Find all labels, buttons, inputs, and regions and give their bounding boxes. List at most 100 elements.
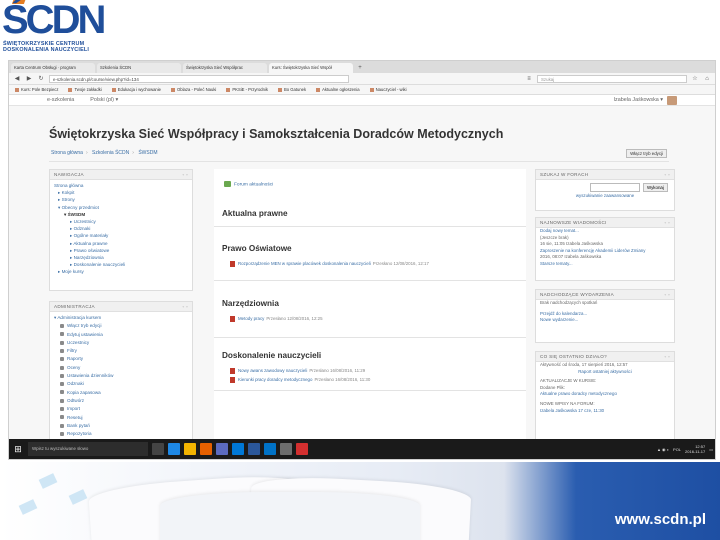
resource-link[interactable]: Rozporządzenie MEN w sprawie placówek do… <box>214 259 526 268</box>
admin-item[interactable]: Edytuj ustawienia <box>54 331 188 339</box>
resource-label[interactable]: Kierunki pracy doradcy metodycznego <box>238 377 312 382</box>
nav-item[interactable]: ▸ Strony <box>54 196 188 203</box>
admin-item[interactable]: Import <box>54 405 188 413</box>
new-event-link[interactable]: Nowe wydarzenie... <box>536 317 674 324</box>
avatar[interactable] <box>667 95 677 105</box>
block-controls-icon[interactable]: ▫ ▫ <box>665 172 670 177</box>
admin-item[interactable]: Kopia zapasowa <box>54 389 188 397</box>
menu-icon[interactable]: ≡ <box>525 76 533 82</box>
new-tab-button[interactable]: + <box>355 63 365 73</box>
nav-item[interactable]: ▾ Obecny przedmiot <box>54 204 188 211</box>
forum-search-input[interactable] <box>590 183 640 192</box>
notifications-icon[interactable]: ▭ <box>709 447 713 452</box>
back-icon[interactable]: ◀ <box>13 75 21 82</box>
edge-icon[interactable] <box>168 443 180 455</box>
admin-item[interactable]: Raporty <box>54 355 188 363</box>
app-icon[interactable] <box>280 443 292 455</box>
admin-item[interactable]: Repozytoria <box>54 430 188 438</box>
outlook-icon[interactable] <box>264 443 276 455</box>
block-controls-icon[interactable]: ▫ ▫ <box>665 220 670 225</box>
word-icon[interactable] <box>248 443 260 455</box>
tray-icons[interactable]: ▲ ◉ ◖ <box>657 447 669 452</box>
nav-item[interactable]: ▸ Moje kursy <box>54 268 188 275</box>
breadcrumb-item[interactable]: ŚWSDM <box>138 150 157 156</box>
admin-item[interactable]: Odtwórz <box>54 397 188 405</box>
nav-item[interactable]: ▸ Kokpit <box>54 189 188 196</box>
nav-item[interactable]: ▸ Doskonalenie nauczycieli <box>54 261 188 268</box>
nav-item[interactable]: ▸ Aktualna prawne <box>54 240 188 247</box>
news-line[interactable]: Zaproszenie na konferencję Akademii Lide… <box>536 248 674 255</box>
breadcrumb-item[interactable]: Szkolenia ŚCDN <box>92 150 129 156</box>
nav-item[interactable]: ▸ Prawo oświatowe <box>54 247 188 254</box>
browser-tab[interactable]: Karta Centrum Obsługi · program <box>11 63 95 73</box>
resource-link[interactable]: Metody pracy Przesłano 12/08/2016, 12:25 <box>214 314 526 323</box>
activity-report-link[interactable]: Raport ostatniej aktywności <box>536 369 674 376</box>
store-icon[interactable] <box>216 443 228 455</box>
website-url[interactable]: www.scdn.pl <box>615 511 706 528</box>
url-input[interactable]: e-szkolenia.scdn.pl/course/view.php?id=1… <box>49 74 349 83</box>
windows-start-icon[interactable]: ⊞ <box>12 443 24 455</box>
breadcrumb-item[interactable]: Strona główna <box>51 150 83 156</box>
resource-label[interactable]: Nowy awans zawodowy nauczycieli <box>238 368 307 373</box>
admin-item[interactable]: Resetuj <box>54 414 188 422</box>
nav-item[interactable]: ▸ Narzędziownia <box>54 254 188 261</box>
language-menu[interactable]: Polski (pl) ▾ <box>90 97 118 103</box>
browser-tab[interactable]: Szkolenia ŚCDN <box>97 63 181 73</box>
clock[interactable]: 12:57 2016-11-17 <box>685 444 705 454</box>
admin-item[interactable]: Oceny <box>54 364 188 372</box>
resource-link[interactable]: Nowy awans zawodowy nauczycieli Przesłano… <box>214 366 526 375</box>
resource-label[interactable]: Metody pracy <box>238 316 264 321</box>
acrobat-icon[interactable] <box>296 443 308 455</box>
older-topics-link[interactable]: Starsze tematy... <box>536 261 674 268</box>
admin-item[interactable]: Ustawienia dzienników <box>54 372 188 380</box>
home-icon[interactable]: ⌂ <box>703 76 711 82</box>
admin-item[interactable]: Odznaki <box>54 380 188 388</box>
calendar-link[interactable]: Przejdź do kalendarza... <box>536 311 674 318</box>
admin-item[interactable]: Uczestnicy <box>54 339 188 347</box>
browser-tab[interactable]: Świętokrzyska Sieć Współprac <box>183 63 267 73</box>
admin-item[interactable]: Włącz tryb edycji <box>54 322 188 330</box>
bookmark-item[interactable]: Nauczyciel - wiki <box>370 87 407 92</box>
nav-item[interactable]: ▾ ŚWSDM <box>54 211 188 218</box>
nav-item[interactable]: ▸ Uczestnicy <box>54 218 188 225</box>
site-brand-link[interactable]: e-szkolenia <box>47 97 74 103</box>
bookmark-item[interactable]: Edukacja i wychowanie <box>112 87 161 92</box>
nav-item[interactable]: ▸ Ogólne materiały <box>54 232 188 239</box>
bookmark-item[interactable]: Twoje zakładki <box>68 87 101 92</box>
bookmark-item[interactable]: Bo Gatunek <box>278 87 306 92</box>
mail-icon[interactable] <box>232 443 244 455</box>
admin-item[interactable]: Bank pytań <box>54 422 188 430</box>
language-indicator[interactable]: POL <box>673 447 681 452</box>
activity-link[interactable]: Aktualne prawo doradcy metodycznego <box>536 391 674 398</box>
advanced-search-link[interactable]: wyszukiwanie zaawansowane <box>536 193 674 200</box>
bookmark-item[interactable]: Kurs: Pole Bezpiecz <box>15 87 58 92</box>
task-view-icon[interactable] <box>152 443 164 455</box>
resource-link[interactable]: Kierunki pracy doradcy metodycznego Przes… <box>214 375 526 384</box>
explorer-icon[interactable] <box>184 443 196 455</box>
bookmark-item[interactable]: PKSiE - Przyrodnik <box>226 87 268 92</box>
firefox-icon[interactable] <box>200 443 212 455</box>
bookmark-item[interactable]: Aktualne ogłoszenia <box>316 87 359 92</box>
news-line[interactable]: Dodaj nowy temat... <box>536 228 674 235</box>
star-icon[interactable]: ☆ <box>691 75 699 82</box>
nav-item[interactable]: ▸ Odznaki <box>54 225 188 232</box>
admin-item[interactable]: ▾ Administracja kursem <box>54 314 188 322</box>
block-controls-icon[interactable]: ▫ ▫ <box>665 292 670 297</box>
bookmark-item[interactable]: Oblaza - Poleć Nauki <box>171 87 216 92</box>
edit-mode-button[interactable]: Włącz tryb edycji <box>626 149 667 158</box>
activity-link[interactable]: Izabela Jaśkowska 17 cze, 11:30 <box>536 408 674 415</box>
user-menu[interactable]: Izabela Jaśkowska ▾ <box>614 97 663 103</box>
nav-item[interactable]: Strona główna <box>54 182 188 189</box>
forum-news-link[interactable]: Forum aktualności <box>224 181 273 187</box>
forward-icon[interactable]: ▶ <box>25 75 33 82</box>
reload-icon[interactable]: ↻ <box>37 75 45 82</box>
search-input[interactable]: Szukaj <box>537 74 687 83</box>
block-controls-icon[interactable]: ▫ ▫ <box>183 172 188 177</box>
block-controls-icon[interactable]: ▫ ▫ <box>183 304 188 309</box>
block-controls-icon[interactable]: ▫ ▫ <box>665 354 670 359</box>
taskbar-search-input[interactable]: Wpisz tu wyszukiwane słowo <box>28 442 148 456</box>
admin-item[interactable]: Filtry <box>54 347 188 355</box>
browser-tab-active[interactable]: Kurs: Świętokrzyska Sieć Współ <box>269 63 353 73</box>
forum-search-button[interactable]: Wykonaj <box>643 183 668 192</box>
resource-label[interactable]: Rozporządzenie MEN w sprawie placówek do… <box>238 261 371 266</box>
